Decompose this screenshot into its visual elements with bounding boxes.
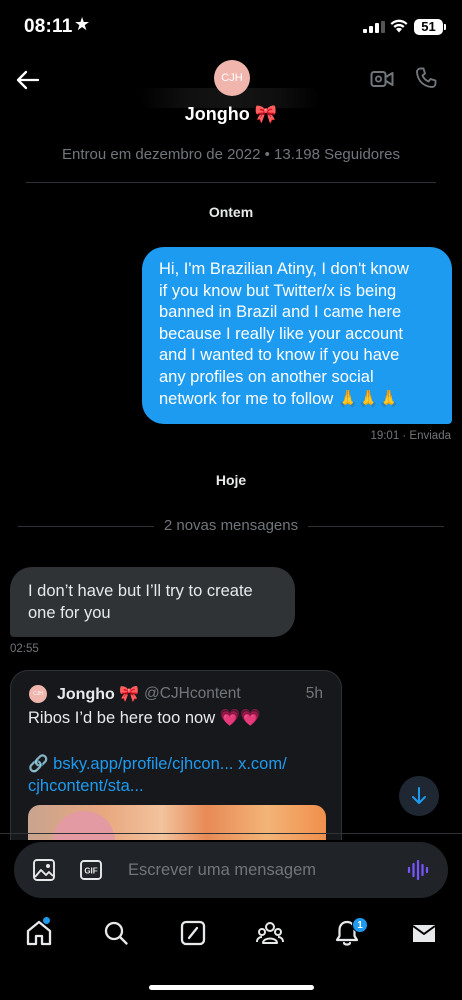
message-input[interactable] [128, 858, 388, 882]
post-author-handle: @CJHcontent [144, 685, 241, 702]
incoming-message-bubble[interactable]: I don’t have but I’ll try to create one … [10, 567, 295, 637]
home-icon[interactable] [24, 918, 54, 948]
status-time: 08:11 [24, 16, 73, 37]
post-link-line[interactable]: bsky.app/profile/cjhcon... x.com/ [53, 755, 287, 773]
divider [26, 182, 436, 183]
post-link-line[interactable]: cjhcontent/sta... [28, 777, 144, 795]
bottom-tab-bar: 1 [0, 905, 462, 965]
new-messages-label: 2 novas mensagens [153, 517, 309, 534]
message-line: I don’t have but I’ll try to create [28, 582, 253, 600]
message-line: if you know but Twitter/x is being [159, 281, 397, 300]
conversation-header: CJH Jongho 🎀 [0, 54, 462, 134]
message-line: banned in Brazil and I came here [159, 303, 402, 322]
post-time: 5h [305, 685, 323, 702]
message-line: Hi, I'm Brazilian Atiny, I don't know [159, 260, 409, 278]
media-subject [53, 811, 115, 840]
new-messages-divider: 2 novas mensagens [18, 516, 444, 536]
star-icon: ★ [74, 14, 91, 34]
communities-icon[interactable] [255, 918, 285, 948]
messages-icon[interactable] [409, 918, 439, 948]
contact-name[interactable]: Jongho 🎀 [0, 104, 462, 125]
divider [0, 833, 462, 834]
post-author-name: Jongho 🎀 [57, 686, 140, 703]
message-line: because I really like your account [159, 324, 403, 343]
home-indicator [149, 985, 314, 990]
date-separator-yesterday: Ontem [208, 204, 254, 220]
image-icon[interactable] [32, 858, 56, 882]
profile-info: Entrou em dezembro de 2022 • 13.198 Segu… [62, 146, 400, 163]
battery-indicator: 51 [414, 19, 443, 35]
outgoing-message-bubble[interactable]: Hi, I'm Brazilian Atiny, I don't know if… [142, 247, 452, 424]
home-unread-dot [43, 917, 50, 924]
video-call-icon[interactable] [370, 68, 394, 90]
gif-label: GIF [84, 867, 97, 876]
notifications-badge: 1 [352, 917, 368, 933]
arrow-down-icon [412, 787, 426, 804]
message-line: and I wanted to know if you have [159, 346, 400, 365]
scroll-to-bottom-button[interactable] [399, 776, 439, 816]
shared-post-card[interactable]: CJH Jongho 🎀 @CJHcontent 5h Ribos I’d be… [10, 670, 342, 840]
search-icon[interactable] [101, 918, 131, 948]
status-bar: 08:11 ★ 51 [0, 0, 462, 54]
signal-icon [363, 21, 385, 33]
back-arrow-icon[interactable] [14, 66, 42, 94]
voice-message-icon[interactable] [406, 858, 430, 882]
message-composer: GIF [14, 842, 448, 898]
message-status: 19:01 · Enviada [370, 430, 451, 442]
message-line: network for me to follow 🙏🙏🙏 [159, 389, 400, 408]
phone-icon[interactable] [414, 66, 438, 90]
date-separator-today: Hoje [215, 472, 247, 488]
gif-icon[interactable]: GIF [80, 860, 102, 880]
link-icon: 🔗 [28, 755, 49, 773]
message-line: any profiles on another social [159, 367, 374, 386]
wifi-icon [390, 19, 408, 33]
grok-icon[interactable] [178, 918, 208, 948]
contact-avatar[interactable]: CJH [214, 60, 250, 96]
post-media-image[interactable] [28, 805, 326, 840]
message-line: one for you [28, 604, 111, 622]
post-author-avatar: CJH [29, 685, 47, 703]
post-text: Ribos I’d be here too now 💗💗 [28, 709, 261, 727]
post-link[interactable]: 🔗 bsky.app/profile/cjhcon... x.com/ cjhc… [28, 753, 328, 797]
battery-cap [444, 24, 446, 30]
message-time: 02:55 [10, 643, 39, 655]
